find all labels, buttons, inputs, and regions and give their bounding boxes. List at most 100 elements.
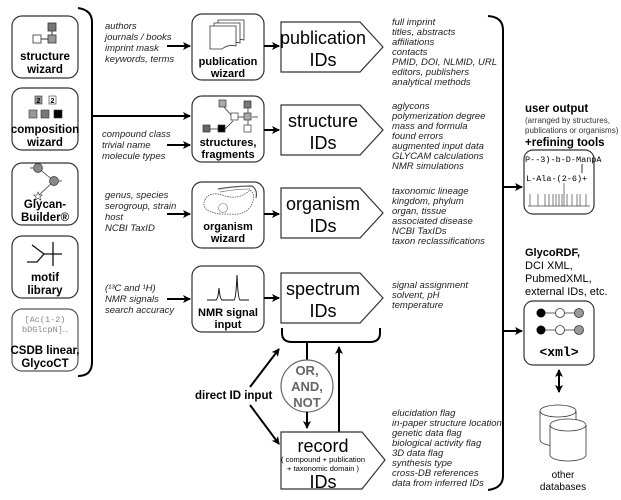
svg-text:genus, species: genus, species [105,190,169,201]
svg-text:NMR signals: NMR signals [105,294,159,305]
direct-id-input-label: direct ID input [195,390,272,402]
svg-text:taxon reclassifications: taxon reclassifications [392,236,485,247]
direct-input-to-record-arrow [249,404,280,445]
details-organism: taxonomic lineage kingdom, phylum organ,… [392,186,485,247]
tool-label-line2: Builder® [21,212,70,224]
tool-composition-wizard[interactable]: 2 2 composition wizard [11,87,79,151]
export-title: GlycoRDF, [525,247,580,259]
xml-export-box[interactable]: <xml> [523,300,595,366]
spectrum-ids[interactable]: spectrum IDs [280,272,384,324]
details-spectrum: signal assignment solvent, pH temperatur… [392,280,468,311]
ids-label-line2: IDs [310,50,337,70]
wizard-label-line2: wizard [210,233,245,245]
count-2: 2 [51,98,55,105]
svg-text:journals / books: journals / books [103,32,172,43]
svg-text:analytical methods: analytical methods [392,77,471,88]
params-organism: genus, species serogroup, strain host NC… [105,190,176,234]
organism-wizard[interactable]: organism wizard [191,181,265,249]
svg-text:(¹³C and ¹H): (¹³C and ¹H) [105,283,156,294]
code-line1: [Ac(1-2) [25,315,66,325]
svg-text:molecule types: molecule types [102,151,166,162]
export-line2: PubmedXML, [525,273,592,285]
wizard-label-line1: NMR signal [198,307,258,319]
user-output-title: user output [525,103,588,115]
structure-ids[interactable]: structure IDs [280,104,384,156]
user-output-preview[interactable]: P--3)-b-D-ManpA L-Ala-(2-6)+ [523,149,602,215]
ids-label-line2: IDs [310,301,337,321]
logic-or: OR, [295,363,318,378]
details-record: elucidation flag in-paper structure loca… [392,408,502,489]
xml-label: <xml> [539,345,578,360]
record-title: record [297,436,348,456]
count-1: 2 [37,98,41,105]
refining-tools-label: +refining tools [525,137,605,149]
export-line1: DCI XML, [525,260,573,272]
details-publication: full imprint titles, abstracts affiliati… [392,17,497,88]
svg-text:serogroup, strain: serogroup, strain [105,201,176,212]
ids-label-line1: structure [288,111,358,131]
tool-label-line2: wizard [26,137,63,149]
user-output: user output (arranged by structures, pub… [525,103,619,149]
snippet-line2: L-Ala-(2-6)+ [526,174,587,184]
tool-label-line2: wizard [26,64,63,76]
ids-label-line1: organism [286,194,360,214]
databases-label-line1: other [552,470,575,481]
user-output-subtitle-1: (arranged by structures, [525,116,610,125]
ids-label-line2: IDs [310,133,337,153]
logic-not: NOT [293,395,321,410]
wizard-label-line1: structures, [200,137,257,149]
record-ids[interactable]: record ( compound + publication + taxono… [280,431,386,492]
publication-wizard[interactable]: publication wizard [191,13,265,81]
ids-label-line1: spectrum [286,279,360,299]
structures-fragments-box[interactable]: structures, fragments [191,95,265,163]
svg-text:authors: authors [105,21,137,32]
svg-text:NMR simulations: NMR simulations [392,161,464,172]
export-line3: external IDs, etc. [525,286,608,298]
svg-text:NCBI TaxID: NCBI TaxID [105,223,155,234]
svg-text:host: host [105,212,123,223]
tool-label-line1: composition [11,124,79,136]
user-output-subtitle-2: publications or organisms) [525,126,619,135]
ids-label-line2: IDs [310,216,337,236]
tool-motif-library[interactable]: motif library [11,235,79,299]
tool-structure-wizard[interactable]: structure wizard [11,15,79,79]
tool-label-line1: motif [31,272,59,284]
tool-label-line1: CSDB linear, [10,345,79,357]
wizard-label-line2: wizard [210,68,245,80]
logic-operators[interactable]: OR, AND, NOT [280,359,334,413]
left-bracket [77,7,93,377]
ids-collector-bracket [281,328,381,343]
tool-label-line2: library [27,285,63,297]
tool-csdb-linear[interactable]: [Ac(1-2) bDGlcpN]… CSDB linear, GlycoCT [10,308,80,372]
organism-ids[interactable]: organism IDs [280,187,384,239]
tool-label-line2: GlycoCT [21,358,68,370]
svg-text:data from inferred IDs: data from inferred IDs [392,478,484,489]
params-publication: authors journals / books imprint mask ke… [103,21,174,65]
tool-label-line1: Glycan- [24,199,66,211]
direct-input-to-ids-arrow [249,348,280,388]
params-spectrum: (¹³C and ¹H) NMR signals search accuracy [105,283,175,316]
record-sub-line1: ( compound + publication [281,455,365,464]
svg-text:temperature: temperature [392,300,443,311]
wizard-label-line1: organism [203,221,253,233]
wizard-label-line2: fragments [201,149,254,161]
ids-label-line1: publication [280,28,366,48]
nmr-signal-input[interactable]: NMR signal input [191,265,265,333]
svg-text:imprint mask: imprint mask [105,43,160,54]
code-line2: bDGlcpN]… [22,325,68,335]
record-ids-label: IDs [310,472,337,492]
details-structure: aglycons polymerization degree mass and … [391,101,485,172]
logic-and: AND, [291,379,323,394]
publication-ids[interactable]: publication IDs [280,21,384,73]
svg-text:search accuracy: search accuracy [105,305,175,316]
databases-label-line2: databases [540,482,586,493]
flow-diagram: structure wizard 2 2 composition wizard … [10,7,619,493]
svg-text:compound class: compound class [102,129,171,140]
params-structure: compound class trivial name molecule typ… [102,129,171,162]
snippet-line1: P--3)-b-D-ManpA [525,155,602,165]
tool-glycan-builder[interactable]: Glycan- Builder® [11,162,79,226]
export-formats: GlycoRDF, DCI XML, PubmedXML, external I… [525,247,608,298]
databases-icon[interactable] [539,404,587,462]
svg-text:keywords, terms: keywords, terms [105,54,174,65]
tool-label-line1: structure [20,51,70,63]
